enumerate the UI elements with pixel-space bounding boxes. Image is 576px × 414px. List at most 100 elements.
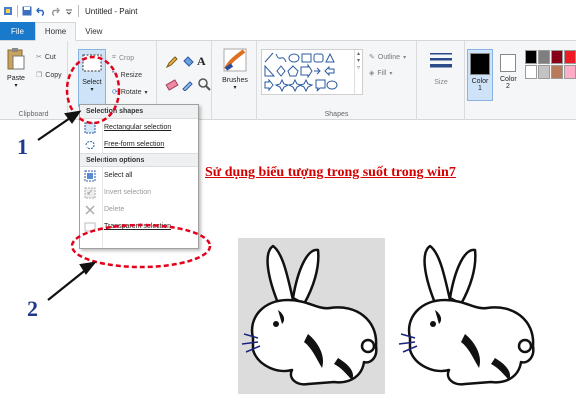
undo-icon[interactable] (36, 6, 46, 16)
menu-item-invert-selection[interactable]: Invert selection (80, 184, 198, 201)
shapes-group-label: Shapes (324, 111, 349, 118)
tab-view[interactable]: View (76, 22, 111, 40)
menu-section-selection-shapes: Selection shapes (80, 105, 198, 119)
menu-item-delete[interactable]: Delete (80, 201, 198, 218)
color-swatch[interactable] (551, 50, 563, 64)
colors-group: Color 1 Color 2 (465, 41, 576, 120)
title-bar: Untitled - Paint (0, 0, 576, 22)
invert-selection-icon (84, 187, 96, 198)
brushes-button[interactable]: Brushes ▾ (218, 47, 252, 91)
rotate-button[interactable]: ⟳ Rotate ▾ (112, 88, 148, 97)
crop-label: Crop (118, 54, 135, 62)
paste-button[interactable]: Paste ▾ (4, 47, 28, 89)
menu-item-transparent-selection[interactable]: Transparent selection (80, 218, 198, 235)
menu-section-selection-options: Selection options (80, 153, 198, 167)
brush-icon (223, 48, 247, 72)
scissors-icon: ✂ (36, 54, 42, 61)
redo-icon[interactable] (50, 6, 60, 16)
chevron-down-icon: ▾ (90, 87, 94, 93)
color-swatch[interactable] (551, 65, 563, 79)
chevron-down-icon: ▾ (144, 89, 148, 96)
brushes-label: Brushes (222, 77, 248, 84)
copy-button[interactable]: ❐ Copy (36, 71, 62, 80)
rotate-icon: ⟳ (112, 89, 118, 96)
fill-label: Fill (377, 69, 387, 77)
clipboard-group: Paste ▾ ✂ Cut ❐ Copy Clipboard (0, 41, 68, 120)
eraser-icon[interactable] (165, 77, 179, 91)
pencil-icon[interactable] (165, 55, 179, 69)
color-swatch[interactable] (564, 65, 576, 79)
menu-item-label: Select all (104, 172, 133, 179)
rabbit-opaque-image (238, 238, 385, 394)
step-number-1: 1 (17, 134, 28, 159)
size-label: Size (434, 79, 448, 86)
rabbit-icon (398, 244, 535, 386)
color1-label: Color 1 (471, 78, 489, 92)
quick-access-toolbar (0, 5, 79, 17)
menu-item-select-all[interactable]: Select all (80, 167, 198, 184)
paint-app-icon[interactable] (3, 6, 13, 16)
ribbon-tabs: File Home View (0, 22, 576, 41)
resize-label: Resize (120, 71, 143, 79)
shapes-gallery[interactable]: ▴ ▾ ▿ (261, 49, 363, 95)
divider (17, 5, 18, 17)
color-picker-icon[interactable] (181, 77, 195, 91)
menu-item-label: Delete (104, 206, 125, 213)
color2-button[interactable]: Color 2 (497, 49, 519, 90)
fill-bucket-icon[interactable] (181, 55, 195, 69)
fill-button[interactable]: ◈ Fill ▾ (369, 69, 393, 78)
fill-icon: ◈ (369, 70, 375, 77)
shapes-scrollbar[interactable]: ▴ ▾ ▿ (354, 50, 362, 94)
select-all-icon (84, 170, 96, 181)
chevron-down-icon: ▾ (403, 54, 407, 61)
menu-item-label: Transparent selection (104, 223, 172, 230)
tab-file[interactable]: File (0, 22, 35, 40)
rotate-label: Rotate (120, 88, 142, 96)
color-swatch[interactable] (564, 50, 576, 64)
color1-button[interactable]: Color 1 (467, 49, 493, 101)
paste-label: Paste (7, 75, 25, 82)
size-group: Size (417, 41, 465, 120)
color-swatch[interactable] (525, 65, 537, 79)
magnifier-icon[interactable] (197, 77, 211, 91)
chevron-down-icon: ▾ (233, 85, 237, 91)
outline-label: Outline (377, 53, 401, 61)
divider (78, 5, 79, 17)
paste-icon (7, 48, 25, 70)
crop-button[interactable]: ⌗ Crop (112, 54, 134, 62)
outline-button[interactable]: ✎ Outline ▾ (369, 53, 407, 62)
shapes-group: ▴ ▾ ▿ ✎ Outline ▾ ◈ Fill ▾ Shapes (257, 41, 417, 120)
copy-icon: ❐ (36, 72, 43, 79)
window-title: Untitled - Paint (85, 6, 138, 16)
select-button[interactable]: Select ▾ (78, 49, 106, 107)
color-swatch[interactable] (538, 50, 550, 64)
outline-icon: ✎ (369, 54, 375, 61)
tab-home[interactable]: Home (34, 22, 77, 41)
color2-swatch (500, 54, 516, 72)
save-icon[interactable] (22, 6, 32, 16)
menu-item-label: Rectangular selection (104, 124, 172, 131)
selection-rectangle-icon (82, 54, 102, 72)
text-tool-icon[interactable]: A (197, 54, 206, 69)
color-swatch[interactable] (525, 50, 537, 64)
crop-icon: ⌗ (112, 54, 116, 61)
size-button[interactable]: Size (425, 51, 457, 86)
menu-item-freeform-selection[interactable]: Free-form selection (80, 136, 198, 153)
color-swatch[interactable] (538, 65, 550, 79)
rectangle-selection-icon (84, 122, 96, 133)
chevron-down-icon: ▾ (14, 83, 18, 89)
resize-icon: ⤡ (112, 71, 118, 78)
chevron-down-icon: ▾ (389, 70, 393, 77)
resize-button[interactable]: ⤡ Resize (112, 71, 142, 79)
freeform-selection-icon (85, 140, 95, 149)
menu-item-label: Free-form selection (104, 141, 165, 148)
shapes-gallery-icons (264, 52, 338, 93)
rabbit-icon (241, 244, 378, 386)
brushes-group: Brushes ▾ (212, 41, 257, 120)
rabbit-transparent-image (395, 238, 542, 394)
customize-toolbar-icon[interactable] (64, 6, 74, 16)
tutorial-heading: Sử dụng biểu tượng trong suốt trong win7 (205, 165, 456, 180)
menu-item-rectangular-selection[interactable]: Rectangular selection (80, 119, 198, 136)
cut-button[interactable]: ✂ Cut (36, 53, 56, 62)
select-dropdown-menu: Selection shapes Rectangular selection F… (79, 104, 199, 249)
